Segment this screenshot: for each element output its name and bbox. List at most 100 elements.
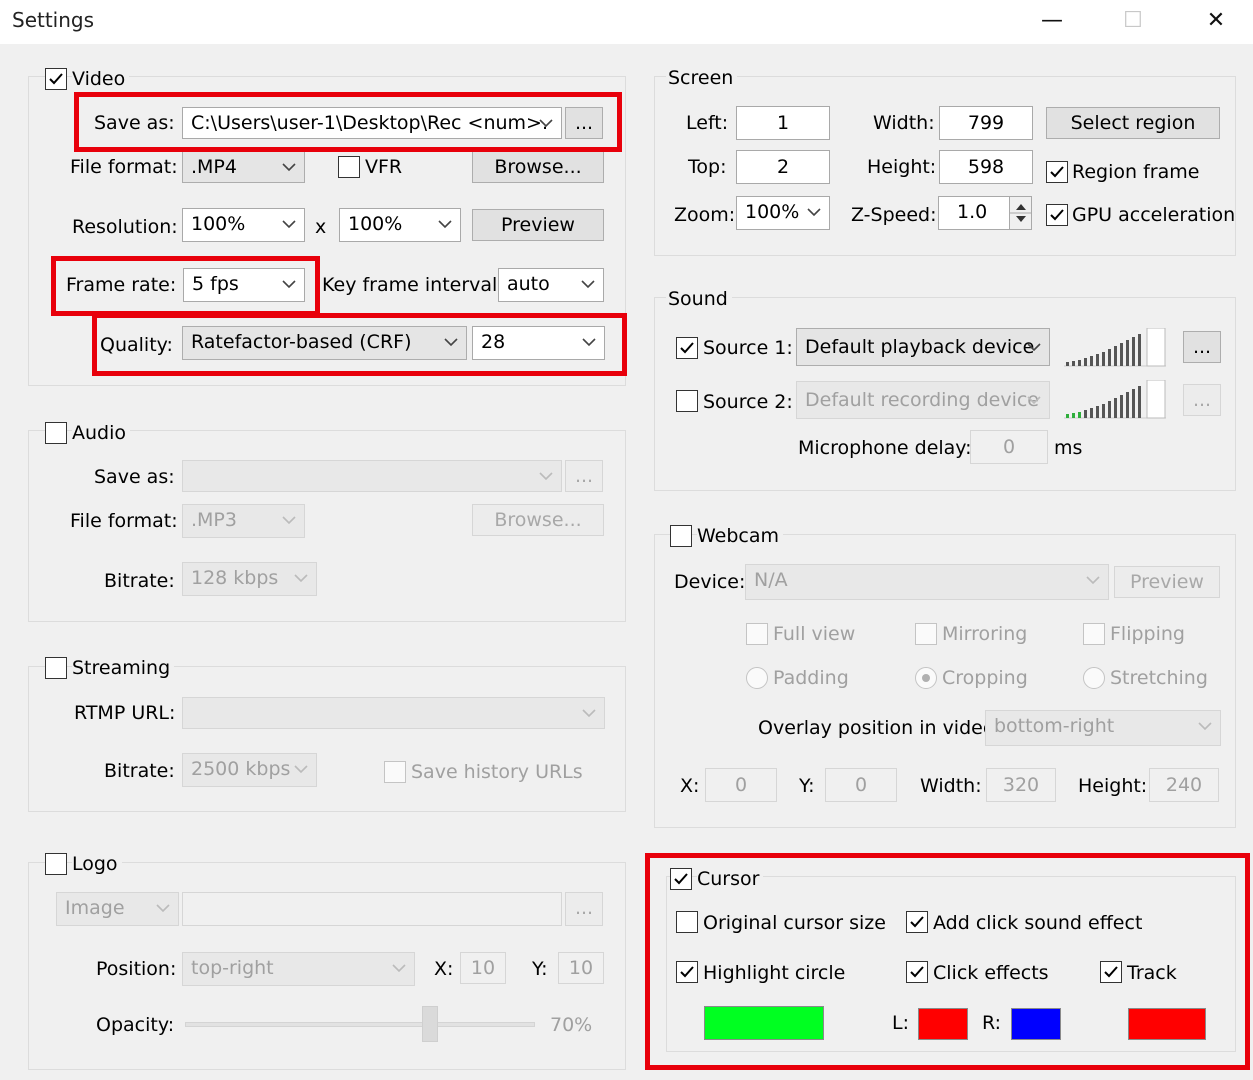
screen-left-field[interactable]: 1 xyxy=(736,106,830,140)
source2-value: Default recording device xyxy=(805,389,1039,411)
chevron-down-icon xyxy=(1086,565,1100,599)
screen-top-label: Top: xyxy=(688,156,727,178)
audio-save-as-browse-button[interactable]: ... xyxy=(565,460,603,492)
source1-checkbox[interactable] xyxy=(676,337,698,359)
window-title: Settings xyxy=(12,8,95,32)
zoom-combo[interactable]: 100% xyxy=(736,196,830,230)
screen-top-field[interactable]: 2 xyxy=(736,150,830,184)
streaming-bitrate-combo[interactable]: 2500 kbps xyxy=(182,753,317,787)
chevron-down-icon xyxy=(438,209,452,241)
source2-combo[interactable]: Default recording device xyxy=(796,381,1050,419)
mic-delay-label: Microphone delay: xyxy=(798,437,972,459)
title-bar: Settings — ☐ ✕ xyxy=(0,0,1253,44)
zspeed-label: Z-Speed: xyxy=(851,204,937,226)
screen-height-label: Height: xyxy=(867,156,937,178)
chevron-down-icon xyxy=(539,461,553,491)
resolution-separator: x xyxy=(315,216,327,238)
chevron-down-icon xyxy=(392,953,406,985)
gpu-acceleration-checkbox[interactable] xyxy=(1046,204,1068,226)
stretching-radio[interactable] xyxy=(1083,667,1105,689)
streaming-group-title: Streaming xyxy=(72,657,175,679)
logo-x-label: X: xyxy=(434,958,454,980)
vfr-label: VFR xyxy=(365,156,403,178)
streaming-group xyxy=(28,666,626,812)
flipping-checkbox[interactable] xyxy=(1083,623,1105,645)
zspeed-spinner[interactable] xyxy=(1009,197,1031,229)
logo-y-field[interactable]: 10 xyxy=(558,952,604,984)
webcam-y-field[interactable]: 0 xyxy=(825,768,897,802)
webcam-preview-button[interactable]: Preview xyxy=(1114,566,1220,598)
webcam-group-title: Webcam xyxy=(697,525,784,547)
save-history-urls-label: Save history URLs xyxy=(411,761,583,783)
webcam-device-combo[interactable]: N/A xyxy=(745,564,1109,600)
full-view-checkbox[interactable] xyxy=(746,623,768,645)
logo-browse-button[interactable]: ... xyxy=(565,892,603,926)
opacity-slider-thumb[interactable] xyxy=(422,1006,438,1042)
source1-combo[interactable]: Default playback device xyxy=(796,328,1050,366)
logo-checkbox[interactable] xyxy=(45,853,67,875)
video-file-format-combo[interactable]: .MP4 xyxy=(182,151,305,183)
overlay-position-combo[interactable]: bottom-right xyxy=(985,710,1221,746)
audio-checkbox[interactable] xyxy=(45,422,67,444)
minimize-button[interactable]: — xyxy=(1032,4,1072,38)
rtmp-url-label: RTMP URL: xyxy=(74,702,176,724)
save-history-urls-checkbox[interactable] xyxy=(384,761,406,783)
webcam-x-label: X: xyxy=(680,775,700,797)
streaming-checkbox[interactable] xyxy=(45,657,67,679)
audio-bitrate-value: 128 kbps xyxy=(191,567,279,589)
screen-width-field[interactable]: 799 xyxy=(939,106,1033,140)
opacity-slider-track[interactable] xyxy=(185,1022,535,1027)
vfr-checkbox[interactable] xyxy=(338,156,360,178)
video-browse-button[interactable]: Browse... xyxy=(472,151,604,183)
keyframe-interval-value: auto xyxy=(507,273,550,295)
region-frame-checkbox[interactable] xyxy=(1046,161,1068,183)
zspeed-field[interactable]: 1.0 xyxy=(938,196,1032,230)
streaming-bitrate-label: Bitrate: xyxy=(104,760,175,782)
resolution-width-combo[interactable]: 100% xyxy=(182,208,305,242)
logo-x-field[interactable]: 10 xyxy=(460,952,506,984)
audio-bitrate-combo[interactable]: 128 kbps xyxy=(182,562,317,596)
audio-file-format-combo[interactable]: .MP3 xyxy=(182,504,305,538)
audio-browse-button[interactable]: Browse... xyxy=(472,504,604,536)
select-region-button[interactable]: Select region xyxy=(1046,107,1220,139)
spinner-arrows-icon xyxy=(1010,204,1031,222)
resolution-height-combo[interactable]: 100% xyxy=(339,208,461,242)
webcam-x-field[interactable]: 0 xyxy=(705,768,777,802)
chevron-down-icon xyxy=(807,197,821,229)
source2-volume-meter[interactable] xyxy=(1064,380,1166,420)
audio-file-format-label: File format: xyxy=(70,510,178,532)
logo-group-title: Logo xyxy=(72,853,122,875)
chevron-down-icon xyxy=(294,563,308,595)
streaming-bitrate-value: 2500 kbps xyxy=(191,758,291,780)
webcam-width-field[interactable]: 320 xyxy=(986,768,1056,802)
padding-radio[interactable] xyxy=(746,667,768,689)
video-preview-button[interactable]: Preview xyxy=(472,209,604,241)
chevron-down-icon xyxy=(156,893,170,925)
audio-save-as-combo[interactable] xyxy=(182,460,562,492)
cropping-radio[interactable] xyxy=(915,667,937,689)
gpu-acceleration-label: GPU acceleration xyxy=(1072,204,1236,226)
webcam-checkbox[interactable] xyxy=(670,525,692,547)
mirroring-label: Mirroring xyxy=(942,623,1028,645)
close-button[interactable]: ✕ xyxy=(1196,4,1236,38)
mic-delay-field[interactable]: 0 xyxy=(970,430,1048,464)
logo-position-value: top-right xyxy=(191,957,274,979)
logo-opacity-value: 70% xyxy=(550,1014,593,1036)
rtmp-url-combo[interactable] xyxy=(182,697,605,729)
logo-path-field[interactable] xyxy=(182,892,562,926)
source1-options-button[interactable]: ... xyxy=(1183,331,1221,363)
source2-options-button[interactable]: ... xyxy=(1183,384,1221,416)
resolution-label: Resolution: xyxy=(72,216,178,238)
mirroring-checkbox[interactable] xyxy=(915,623,937,645)
logo-type-combo[interactable]: Image xyxy=(56,892,179,926)
video-group-title: Video xyxy=(72,68,130,90)
source1-volume-meter[interactable] xyxy=(1064,328,1166,368)
source2-checkbox[interactable] xyxy=(676,390,698,412)
source1-label: Source 1: xyxy=(703,337,793,359)
annotation-box-save-as xyxy=(74,92,622,152)
webcam-height-field[interactable]: 240 xyxy=(1149,768,1219,802)
video-checkbox[interactable] xyxy=(45,68,67,90)
logo-position-combo[interactable]: top-right xyxy=(182,952,415,986)
keyframe-interval-combo[interactable]: auto xyxy=(498,268,604,302)
screen-height-field[interactable]: 598 xyxy=(939,150,1033,184)
